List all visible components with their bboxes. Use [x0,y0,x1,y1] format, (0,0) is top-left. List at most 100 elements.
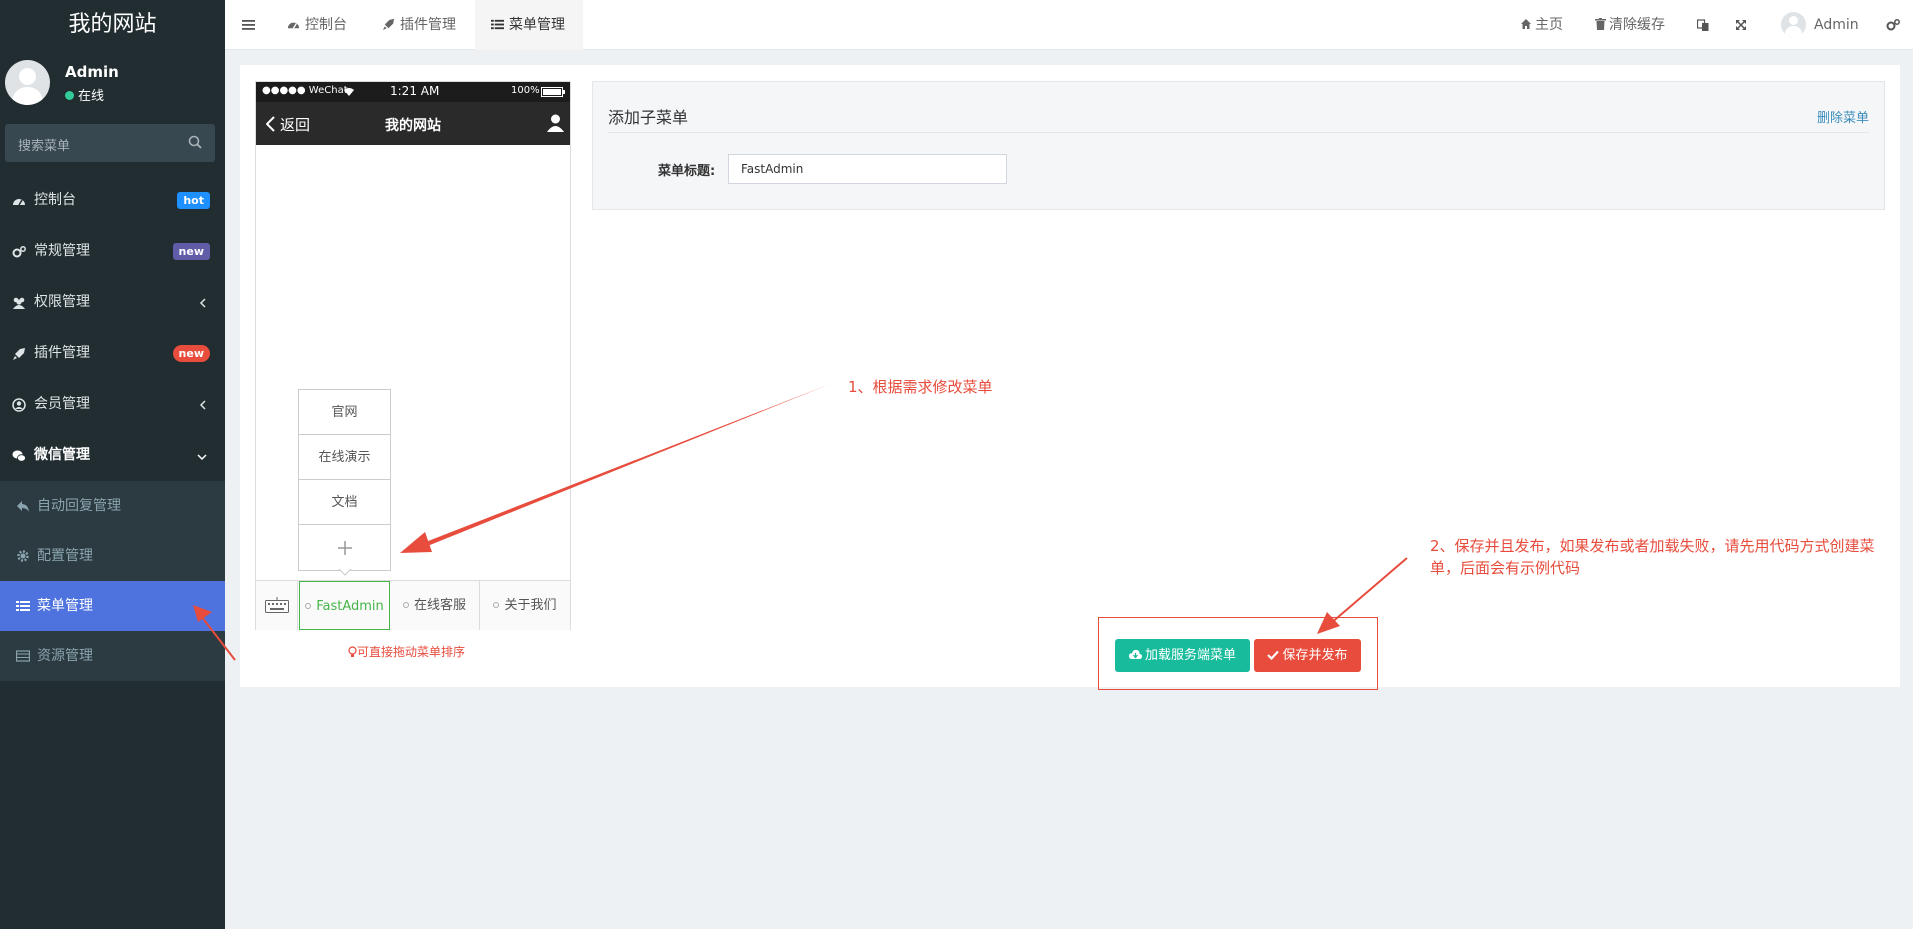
cogs-icon[interactable] [1886,18,1900,32]
site-logo[interactable]: 我的网站 [0,0,225,50]
dashboard-icon [13,199,25,206]
users-icon [13,297,25,309]
rocket-icon [382,18,395,30]
sidebar-item-autoreply[interactable]: 自动回复管理 [0,481,225,531]
sidebar-search[interactable]: 搜索菜单 [5,124,215,162]
status-text: 在线 [78,89,105,104]
menu-tab-fastadmin[interactable]: FastAdmin [299,581,390,630]
new-badge: new [172,243,210,260]
search-input[interactable]: 搜索菜单 [18,135,70,154]
sidebar-item-label: 常规管理 [34,243,90,259]
menu-title-input[interactable]: FastAdmin [728,154,1007,184]
sidebar-item-resource[interactable]: 资源管理 [0,631,225,681]
lightbulb-icon [348,645,357,657]
annotation-1: 1、根据需求修改菜单 [848,378,993,396]
button-label: 加载服务端菜单 [1144,648,1236,663]
sidebar-item-label: 配置管理 [37,548,93,564]
save-publish-button[interactable]: 保存并发布 [1254,639,1361,672]
wechat-submenu: 自动回复管理 配置管理 菜单管理 资源管理 [0,481,225,681]
keyboard-toggle[interactable] [256,581,298,630]
plus-icon[interactable] [337,540,353,556]
fullscreen-button[interactable] [1735,0,1747,50]
user-panel: Admin 在线 [5,60,220,110]
chevron-down-icon [197,454,207,461]
sidebar-item-label: 菜单管理 [37,598,93,614]
phone-time: 1:21 AM [390,84,440,98]
hot-badge: hot [177,192,210,209]
load-server-menu-button[interactable]: 加载服务端菜单 [1115,639,1250,672]
annotation-2: 2、保存并且发布，如果发布或者加载失败，请先用代码方式创建菜 单，后面会有示例代… [1430,535,1875,579]
search-icon[interactable] [188,135,202,149]
user-icon[interactable] [547,114,564,132]
sidebar-item-general[interactable]: 常规管理 new [0,226,225,277]
user-name: Admin [65,63,119,81]
settings-button[interactable] [1886,0,1900,50]
button-label: 保存并发布 [1282,648,1348,663]
sidebar-item-label: 自动回复管理 [37,498,121,514]
annotation-2-line1: 2、保存并且发布，如果发布或者加载失败，请先用代码方式创建菜 [1430,537,1875,555]
sidebar-item-label: 插件管理 [34,345,90,361]
keyboard-icon[interactable] [264,596,289,613]
menu-tab-about[interactable]: 关于我们 [480,581,570,630]
language-button[interactable] [1696,0,1709,50]
avatar [1781,11,1806,37]
submenu-item[interactable]: 文档 [299,480,390,525]
sidebar-item-label: 会员管理 [34,396,90,412]
user-menu[interactable]: Admin [1781,0,1859,50]
chevron-left-icon [199,298,206,308]
check-icon [1267,650,1280,660]
sidebar-item-dashboard[interactable]: 控制台 hot [0,175,225,226]
tab-dashboard[interactable]: 控制台 [287,0,347,50]
menu-tab-label: 关于我们 [504,598,557,613]
trash-icon [1595,18,1606,30]
add-submenu-button[interactable] [299,525,390,570]
divider [608,132,1869,133]
sidebar-item-menu[interactable]: 菜单管理 [0,581,225,631]
cogs-icon [12,246,26,258]
sidebar-toggle-button[interactable] [242,0,255,50]
submenu-item[interactable]: 在线演示 [299,435,390,480]
tab-label: 控制台 [305,17,347,33]
wechat-icon [12,450,26,462]
clear-cache-button[interactable]: 清除缓存 [1595,0,1665,50]
gear-icon [17,550,29,562]
menu-tab-service[interactable]: 在线客服 [390,581,480,630]
delete-menu-link[interactable]: 删除菜单 [1817,107,1869,126]
new-badge: new [172,345,210,362]
annotation-2-line2: 单，后面会有示例代码 [1430,559,1581,577]
tab-menu[interactable]: 菜单管理 [475,0,583,50]
bullet-icon [305,602,312,609]
expand-icon[interactable] [1735,19,1747,31]
submenu-item[interactable]: 官网 [299,390,390,435]
sidebar-item-auth[interactable]: 权限管理 [0,277,225,328]
sidebar-item-config[interactable]: 配置管理 [0,531,225,581]
dashboard-icon [287,22,300,29]
home-label: 主页 [1535,17,1563,33]
sidebar-item-member[interactable]: 会员管理 [0,379,225,430]
user-name: Admin [1814,17,1859,33]
drag-hint-text: 可直接拖动菜单排序 [357,645,466,659]
sidebar-item-addon[interactable]: 插件管理 new [0,328,225,379]
hamburger-icon[interactable] [242,19,255,31]
menu-tab-label: 在线客服 [413,598,466,613]
submenu-form: 添加子菜单 删除菜单 菜单标题: FastAdmin [592,81,1885,210]
sidebar: 我的网站 Admin 在线 搜索菜单 控制台 hot 常规管理 new 权限管理… [0,0,225,929]
phone-preview: ●●●●● WeChat 1:21 AM 100% 返回 我的网站 官网 在线演… [255,81,571,630]
tab-addon[interactable]: 插件管理 [382,0,456,50]
home-link[interactable]: 主页 [1520,0,1563,50]
phone-nav-bar: 返回 我的网站 [256,102,570,145]
menu-tab-label: FastAdmin [316,599,384,614]
list-icon [491,19,504,29]
submenu-popup: 官网 在线演示 文档 [298,389,391,571]
cloud-download-icon [1128,649,1142,659]
language-icon[interactable] [1696,18,1709,32]
wifi-icon [344,88,354,96]
bullet-icon [402,601,409,608]
reply-icon [17,501,29,512]
battery-icon [541,87,565,97]
user-status: 在线 [65,85,104,104]
sidebar-item-wechat[interactable]: 微信管理 [0,430,225,481]
sidebar-menu: 控制台 hot 常规管理 new 权限管理 插件管理 new 会员管理 微信管理 [0,175,225,681]
user-circle-icon [12,398,26,412]
phone-status-bar: ●●●●● WeChat 1:21 AM 100% [256,82,570,102]
